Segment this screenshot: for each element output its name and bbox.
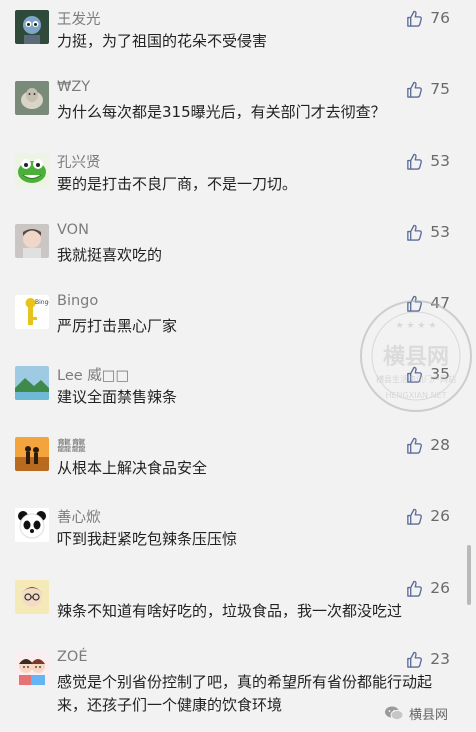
landscape-avatar-icon[interactable]: [15, 366, 49, 400]
scrollbar[interactable]: [467, 545, 471, 605]
svg-text:Bingo: Bingo: [35, 299, 49, 306]
like-count: 26: [430, 507, 450, 525]
green-monster-avatar-icon[interactable]: [15, 153, 49, 187]
like-button[interactable]: 75: [405, 79, 450, 99]
like-button[interactable]: 35: [405, 364, 450, 384]
cartoon-couple-avatar-icon[interactable]: [15, 651, 49, 685]
like-count: 75: [430, 80, 450, 98]
comment-item: 善心焮 吓到我赶紧吃包辣条压压惊 26: [0, 498, 476, 564]
like-count: 53: [430, 223, 450, 241]
like-button[interactable]: 28: [405, 435, 450, 455]
comment-item: Lee 威□□ 建议全面禁售辣条 35: [0, 356, 476, 422]
child-avatar-icon[interactable]: [15, 224, 49, 258]
thumbs-up-icon: [407, 437, 423, 454]
comment-text: 从根本上解决食品安全: [57, 459, 208, 477]
comment-item: 孔兴贤 要的是打击不良厂商，不是一刀切。 53: [0, 143, 476, 209]
thumbs-up-icon: [407, 651, 423, 668]
footer-brand-text: 横县网: [409, 707, 449, 723]
like-count: 76: [430, 9, 450, 27]
comment-author: 善心焮: [57, 510, 101, 526]
comment-author: ZOÉ: [57, 649, 88, 665]
sheep-avatar-icon[interactable]: [15, 81, 49, 115]
thumbs-up-icon: [407, 10, 423, 27]
thumbs-up-icon: [407, 366, 423, 383]
wechat-icon: [385, 706, 404, 721]
glasses-girl-avatar-icon[interactable]: [15, 580, 49, 614]
thumbs-up-icon: [407, 153, 423, 170]
like-count: 23: [430, 650, 450, 668]
like-button[interactable]: 76: [405, 8, 450, 28]
cartoon-girl-avatar-icon[interactable]: [15, 10, 49, 44]
comment-item: ZOÉ 感觉是个别省份控制了吧，真的希望所有省份都能行动起来，还孩子们一个健康的…: [0, 641, 476, 714]
yellow-key-avatar-icon[interactable]: Bingo: [15, 295, 49, 329]
comment-author: ₩ZY: [57, 79, 91, 95]
comment-item: 龘龘 从根本上解决食品安全 28: [0, 427, 476, 493]
like-count: 26: [430, 579, 450, 597]
like-button[interactable]: 23: [405, 649, 450, 669]
comment-text: 力挺，为了祖国的花朵不受侵害: [57, 32, 268, 50]
like-count: 53: [430, 152, 450, 170]
comment-author: VON: [57, 222, 89, 238]
thumbs-up-icon: [407, 508, 423, 525]
comment-text: 吓到我赶紧吃包辣条压压惊: [57, 530, 238, 548]
comment-author: Bingo: [57, 293, 99, 309]
like-count: 28: [430, 436, 450, 454]
comment-author: Lee 威□□: [57, 368, 130, 384]
couple-silhouette-avatar-icon[interactable]: [15, 437, 49, 471]
comment-author: 孔兴贤: [57, 155, 101, 171]
comment-author: 龘龘: [57, 439, 86, 455]
comment-item: 辣条不知道有啥好吃的，垃圾食品，我一次都没吃过 26: [0, 570, 476, 636]
like-button[interactable]: 26: [405, 578, 450, 598]
comment-item: ₩ZY 为什么每次都是315曝光后，有关部门才去彻查？ 75: [0, 71, 476, 137]
comment-text: 为什么每次都是315曝光后，有关部门才去彻查？: [57, 103, 386, 121]
comment-text: 要的是打击不良厂商，不是一刀切。: [57, 175, 298, 193]
panda-avatar-icon[interactable]: [15, 508, 49, 542]
thumbs-up-icon: [407, 580, 423, 597]
like-button[interactable]: 26: [405, 506, 450, 526]
like-button[interactable]: 47: [405, 293, 450, 313]
like-button[interactable]: 53: [405, 151, 450, 171]
comment-text: 建议全面禁售辣条: [57, 388, 178, 406]
thumbs-up-icon: [407, 81, 423, 98]
like-count: 47: [430, 294, 450, 312]
footer-brand: 横县网: [384, 702, 448, 724]
comment-item: 王发光 力挺，为了祖国的花朵不受侵害 76: [0, 0, 476, 66]
like-count: 35: [430, 365, 450, 383]
comment-item: VON 我就挺喜欢吃的 53: [0, 214, 476, 280]
comment-text: 我就挺喜欢吃的: [57, 246, 163, 264]
comment-author: 王发光: [57, 12, 101, 28]
thumbs-up-icon: [407, 224, 423, 241]
comment-text: 辣条不知道有啥好吃的，垃圾食品，我一次都没吃过: [57, 602, 403, 620]
like-button[interactable]: 53: [405, 222, 450, 242]
comment-item: Bingo Bingo 严厉打击黑心厂家 47: [0, 285, 476, 351]
thumbs-up-icon: [407, 295, 423, 312]
comment-text: 严厉打击黑心厂家: [57, 317, 178, 335]
